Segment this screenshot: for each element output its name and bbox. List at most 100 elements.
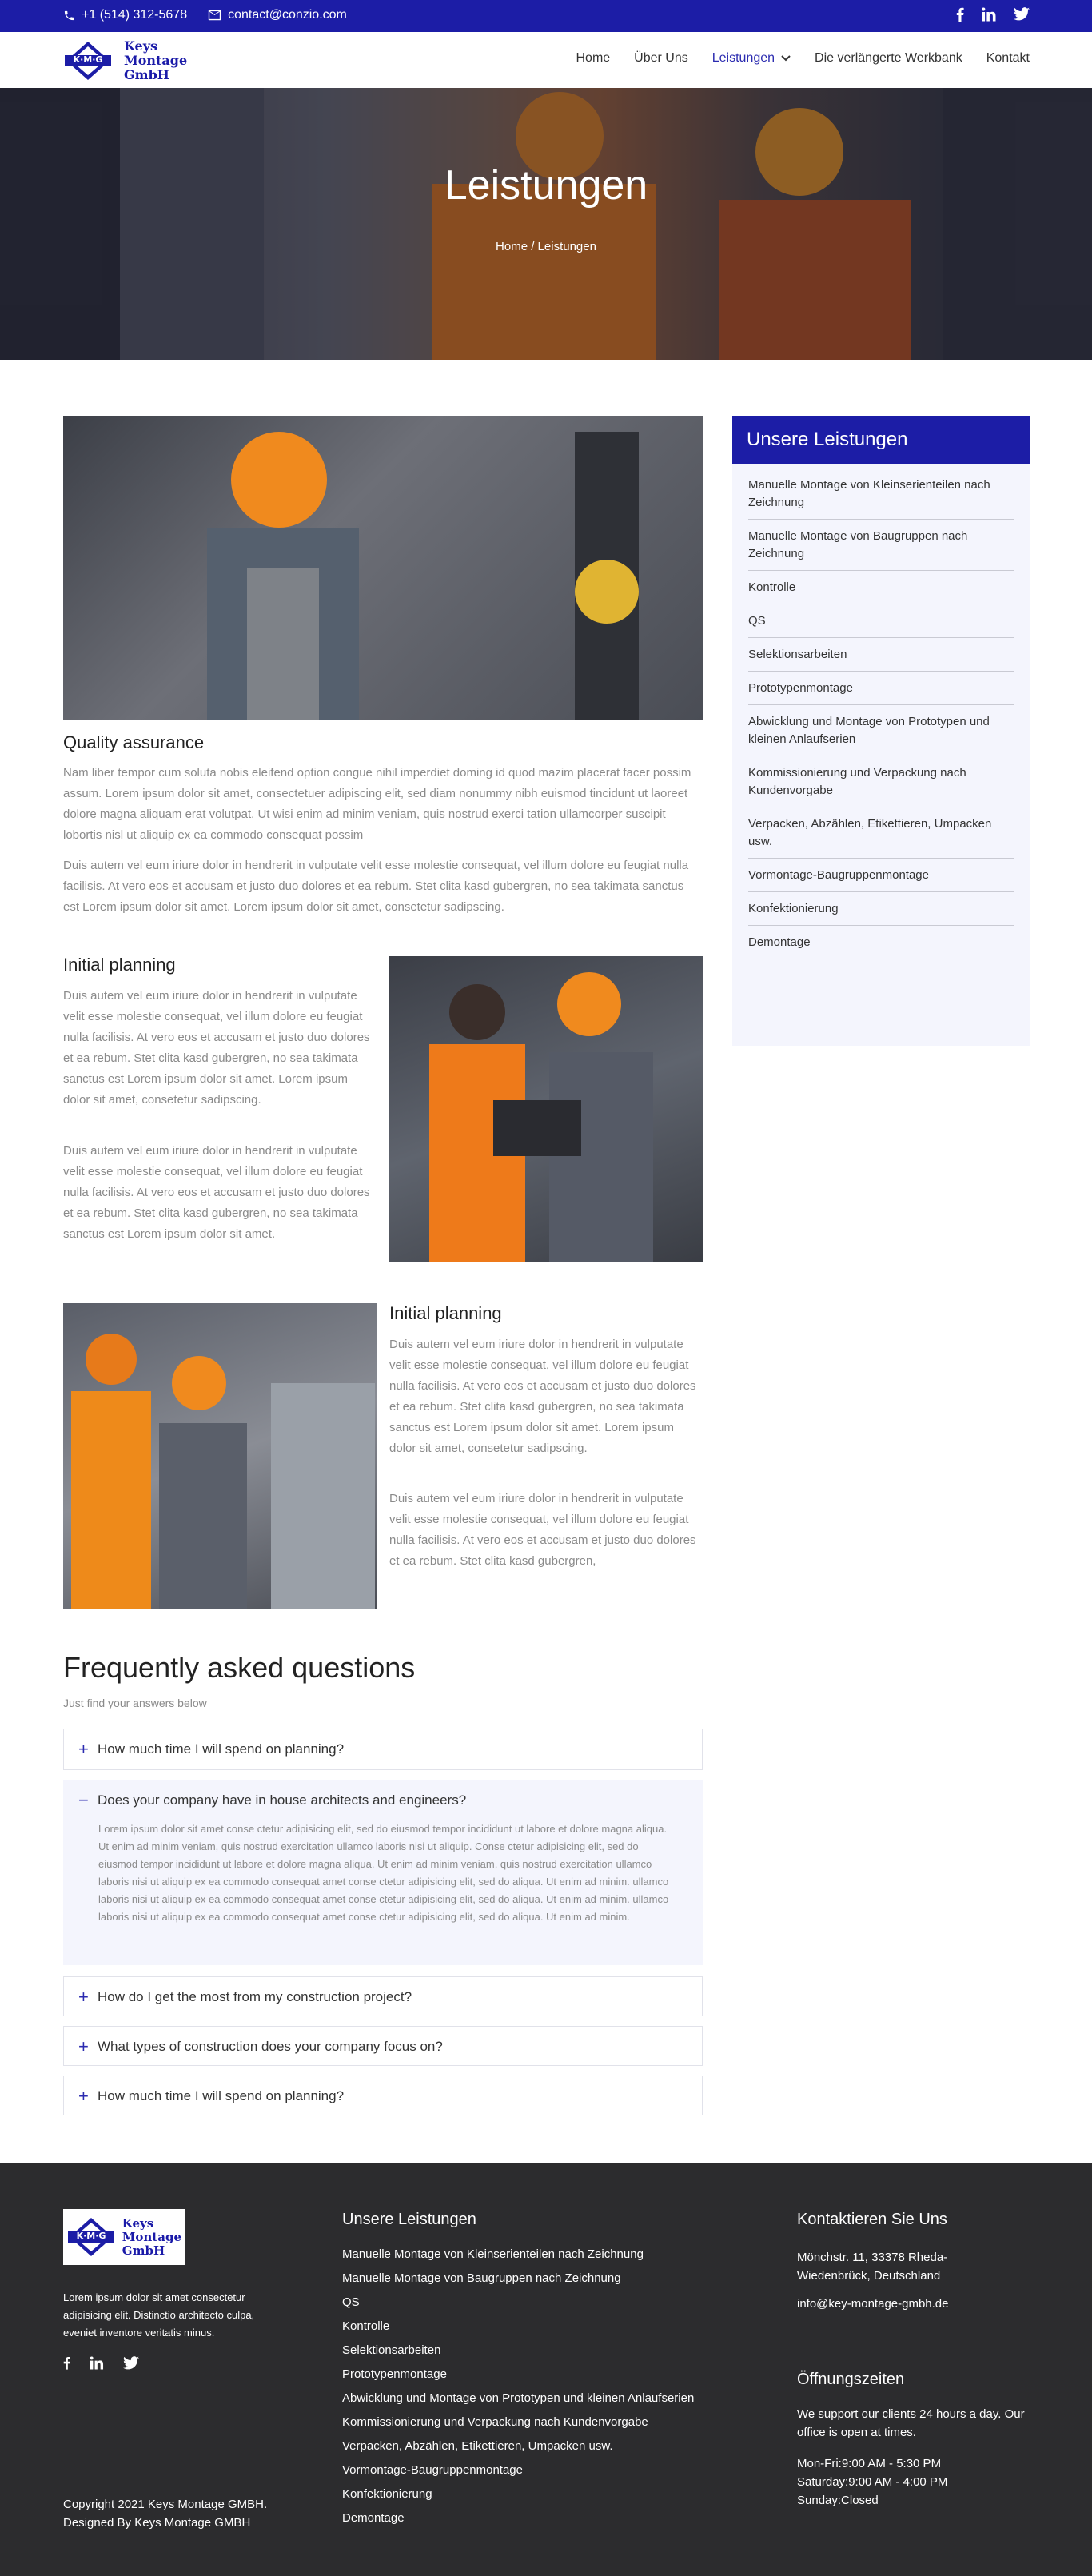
email-contact[interactable]: contact@conzio.com xyxy=(208,8,347,22)
quality-image xyxy=(63,416,703,720)
page-title: Leistungen xyxy=(444,162,648,209)
linkedin-icon[interactable] xyxy=(90,2356,104,2370)
sidebar-item[interactable]: Kontrolle xyxy=(748,571,1014,604)
footer-service-link[interactable]: Kommissionierung und Verpackung nach Kun… xyxy=(342,2411,694,2434)
footer-services-list: Manuelle Montage von Kleinserienteilen n… xyxy=(342,2243,694,2530)
footer-social xyxy=(63,2356,139,2370)
footer-service-link[interactable]: Kontrolle xyxy=(342,2315,694,2339)
faq-item[interactable]: + How do I get the most from my construct… xyxy=(63,1976,703,2016)
logo-badge: K·M·G xyxy=(63,40,119,82)
planning-1-paragraph-2: Duis autem vel eum iriure dolor in hendr… xyxy=(63,1144,370,1241)
facebook-icon[interactable] xyxy=(956,7,964,22)
sidebar-item[interactable]: Abwicklung und Montage von Prototypen un… xyxy=(748,705,1014,756)
footer-service-link[interactable]: Selektionsarbeiten xyxy=(342,2339,694,2363)
faq-title: Frequently asked questions xyxy=(63,1651,416,1684)
plus-icon: + xyxy=(78,2036,89,2056)
footer-service-link[interactable]: Verpacken, Abzählen, Etikettieren, Umpac… xyxy=(342,2434,694,2458)
footer-hours-title: Öffnungszeiten xyxy=(797,2371,905,2388)
quality-paragraph-1: Nam liber tempor cum soluta nobis eleife… xyxy=(63,766,691,842)
copyright-line: Copyright 2021 Keys Montage GMBH. xyxy=(63,2498,268,2511)
phone-contact[interactable]: +1 (514) 312-5678 xyxy=(63,8,187,22)
planning-image-2 xyxy=(63,1303,377,1609)
hours-weekday: Mon-Fri:9:00 AM - 5:30 PM xyxy=(797,2457,942,2470)
email-address: contact@conzio.com xyxy=(228,8,347,22)
sidebar-item[interactable]: Demontage xyxy=(748,926,1014,959)
faq-question: How much time I will spend on planning? xyxy=(98,2088,345,2103)
services-sidebar: Unsere Leistungen Manuelle Montage von K… xyxy=(732,416,1030,1046)
sidebar-item[interactable]: Vormontage-Baugruppenmontage xyxy=(748,859,1014,892)
hours-saturday: Saturday:9:00 AM - 4:00 PM xyxy=(797,2475,948,2489)
sidebar-item[interactable]: QS xyxy=(748,604,1014,638)
sidebar-item[interactable]: Selektionsarbeiten xyxy=(748,638,1014,672)
footer-service-link[interactable]: Konfektionierung xyxy=(342,2482,694,2506)
faq-question: What types of construction does your com… xyxy=(98,2039,443,2054)
designed-by-line: Designed By Keys Montage GMBH xyxy=(63,2516,251,2530)
nav-werkbank[interactable]: Die verlängerte Werkbank xyxy=(815,51,962,66)
chevron-down-icon xyxy=(781,55,791,62)
page-hero: Leistungen Home / Leistungen xyxy=(0,88,1092,360)
nav-kontakt[interactable]: Kontakt xyxy=(986,51,1030,66)
faq-question: How do I get the most from my constructi… xyxy=(98,1989,412,2004)
nav-uber-uns[interactable]: Über Uns xyxy=(634,51,688,66)
twitter-icon[interactable] xyxy=(123,2356,139,2370)
phone-number: +1 (514) 312-5678 xyxy=(82,8,188,22)
linkedin-icon[interactable] xyxy=(982,7,996,22)
footer-logo[interactable]: K·M·G Keys Montage GmbH xyxy=(63,2209,185,2265)
twitter-icon[interactable] xyxy=(1014,7,1030,21)
footer-contact-title: Kontaktieren Sie Uns xyxy=(797,2211,947,2228)
main-nav: Home Über Uns Leistungen Die verlängerte… xyxy=(576,51,1030,66)
logo-badge-text: K·M·G xyxy=(73,54,103,65)
footer-service-link[interactable]: Abwicklung und Montage von Prototypen un… xyxy=(342,2387,694,2411)
breadcrumb[interactable]: Home / Leistungen xyxy=(0,240,1092,253)
planning-2-paragraph-2: Duis autem vel eum iriure dolor in hendr… xyxy=(389,1492,696,1568)
nav-leistungen[interactable]: Leistungen xyxy=(712,51,791,66)
sidebar-title: Unsere Leistungen xyxy=(732,416,1030,464)
planning-1-paragraph-1: Duis autem vel eum iriure dolor in hendr… xyxy=(63,989,370,1107)
nav-leistungen-label: Leistungen xyxy=(711,51,775,65)
logo-badge: K·M·G xyxy=(66,2216,119,2258)
faq-item[interactable]: + How much time I will spend on planning? xyxy=(63,2076,703,2115)
planning-image-1 xyxy=(389,956,703,1262)
footer-email[interactable]: info@key-montage-gmbh.de xyxy=(797,2295,949,2313)
planning-title-1: Initial planning xyxy=(63,955,176,975)
plus-icon: + xyxy=(78,2086,89,2106)
faq-item-expanded[interactable]: − Does your company have in house archite… xyxy=(63,1780,703,1965)
faq-item[interactable]: + What types of construction does your co… xyxy=(63,2026,703,2066)
sidebar-item[interactable]: Prototypenmontage xyxy=(748,672,1014,705)
footer-service-link[interactable]: Prototypenmontage xyxy=(342,2363,694,2387)
footer-service-link[interactable]: Vormontage-Baugruppenmontage xyxy=(342,2458,694,2482)
quality-paragraph-2: Duis autem vel eum iriure dolor in hendr… xyxy=(63,859,689,914)
sidebar-item[interactable]: Kommissionierung und Verpackung nach Kun… xyxy=(748,756,1014,807)
site-footer: K·M·G Keys Montage GmbH Lorem ipsum dolor … xyxy=(0,2163,1092,2576)
sidebar-item[interactable]: Manuelle Montage von Kleinserienteilen n… xyxy=(748,469,1014,520)
faq-item[interactable]: + How much time I will spend on planning? xyxy=(63,1729,703,1770)
footer-address: Mönchstr. 11, 33378 Rheda-Wiedenbrück, D… xyxy=(797,2251,948,2283)
plus-icon: + xyxy=(78,1739,89,1759)
footer-hours-text: We support our clients 24 hours a day. O… xyxy=(797,2407,1025,2439)
facebook-icon[interactable] xyxy=(63,2356,70,2370)
quality-title: Quality assurance xyxy=(63,732,205,752)
nav-home[interactable]: Home xyxy=(576,51,610,66)
top-bar: +1 (514) 312-5678 contact@conzio.com xyxy=(0,0,1092,32)
logo-text: Keys Montage GmbH xyxy=(122,2215,181,2258)
minus-icon: − xyxy=(78,1790,89,1810)
footer-services-title: Unsere Leistungen xyxy=(342,2211,476,2228)
sidebar-item[interactable]: Verpacken, Abzählen, Etikettieren, Umpac… xyxy=(748,807,1014,859)
site-header: K·M·G Keys Montage GmbH Home Über Uns Leis… xyxy=(0,32,1092,88)
footer-service-link[interactable]: Manuelle Montage von Kleinserienteilen n… xyxy=(342,2243,694,2267)
site-logo[interactable]: K·M·G Keys Montage GmbH xyxy=(63,39,187,82)
footer-service-link[interactable]: Manuelle Montage von Baugruppen nach Zei… xyxy=(342,2267,694,2291)
plus-icon: + xyxy=(78,1987,89,2007)
footer-service-link[interactable]: QS xyxy=(342,2291,694,2315)
copyright: Copyright 2021 Keys Montage GMBH. Design… xyxy=(63,2495,267,2532)
mail-icon xyxy=(208,10,221,21)
logo-text: Keys Montage GmbH xyxy=(124,38,188,82)
sidebar-item[interactable]: Manuelle Montage von Baugruppen nach Zei… xyxy=(748,520,1014,571)
footer-service-link[interactable]: Demontage xyxy=(342,2506,694,2530)
logo-badge-text: K·M·G xyxy=(76,2231,106,2241)
faq-answer: Lorem ipsum dolor sit amet conse ctetur … xyxy=(98,1823,669,1923)
sidebar-item[interactable]: Konfektionierung xyxy=(748,892,1014,926)
faq-question: Does your company have in house architec… xyxy=(98,1792,467,1808)
planning-title-2: Initial planning xyxy=(389,1303,502,1323)
phone-icon xyxy=(64,10,74,20)
